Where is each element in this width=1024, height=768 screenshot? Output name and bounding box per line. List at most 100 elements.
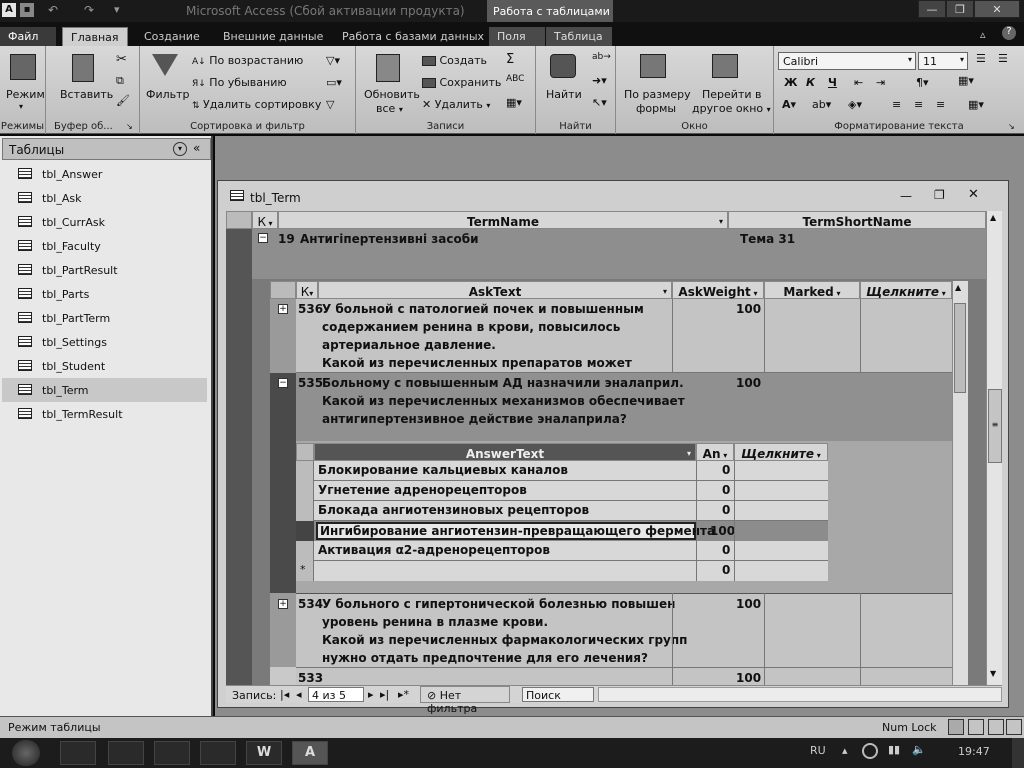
clock[interactable]: 19:47 (958, 745, 990, 758)
collapse-term-icon[interactable]: − (258, 233, 268, 243)
network-icon[interactable]: ▮▮ (888, 743, 900, 756)
find-button[interactable]: Найти (546, 88, 582, 101)
col-header-termshortname[interactable]: TermShortName (728, 211, 986, 229)
term-record-selector[interactable] (226, 229, 252, 685)
text-format-launcher-icon[interactable]: ↘ (1008, 122, 1015, 131)
format-painter-icon[interactable]: 🖌 (116, 94, 130, 107)
ask-text-line[interactable]: антигипертензивное действие эналаприла? (322, 412, 627, 426)
ask-weight[interactable]: 100 (736, 671, 761, 685)
ask-weight[interactable]: 100 (736, 376, 761, 390)
show-desktop-button[interactable] (1012, 738, 1024, 768)
expand-ask-icon[interactable]: + (278, 599, 288, 609)
ask-text-line[interactable]: Больному с повышенным АД назначили энала… (322, 376, 684, 390)
browser-taskbar-icon[interactable] (60, 741, 96, 765)
ask-text-line[interactable]: нужно отдать предпочтение для его лечени… (322, 651, 648, 665)
spelling-icon[interactable]: ABC (506, 74, 524, 84)
totals-icon[interactable]: Σ (506, 52, 514, 67)
ask-text-line[interactable]: Какой из перечисленных механизмов обеспе… (322, 394, 685, 408)
ask-text-line[interactable]: У больного с гипертонической болезнью по… (322, 597, 675, 611)
nav-item-tbl-currask[interactable]: tbl_CurrAsk (2, 210, 207, 234)
ask-col-header-click-to-add[interactable]: Щелкните ▾ (860, 281, 952, 299)
sort-ascending-button[interactable]: A↓ По возрастанию (192, 54, 303, 67)
cut-icon[interactable]: ✂ (116, 52, 127, 67)
col-header-k[interactable]: К ▾ (252, 211, 278, 229)
design-view-icon[interactable] (1006, 719, 1022, 735)
datasheet-view-icon[interactable] (948, 719, 964, 735)
main-vertical-scrollbar[interactable]: ▲ ≡ ▼ (986, 211, 1002, 685)
ask-record-selector-current[interactable] (270, 373, 296, 593)
ask-id[interactable]: 536 (298, 302, 323, 316)
answer-text[interactable]: Блокирование кальциевых каналов (318, 463, 568, 477)
nav-item-tbl-settings[interactable]: tbl_Settings (2, 330, 207, 354)
select-icon[interactable]: ↖▾ (592, 96, 607, 109)
copy-icon[interactable]: ⧉ (116, 74, 124, 88)
goto-icon[interactable]: ➜▾ (592, 74, 607, 87)
doc-close-button[interactable]: ✕ (968, 187, 979, 202)
fill-color-icon[interactable]: ◈▾ (848, 98, 862, 111)
nav-item-tbl-faculty[interactable]: tbl_Faculty (2, 234, 207, 258)
tab-file[interactable]: Файл (0, 27, 56, 46)
ask-id[interactable]: 535 (298, 376, 323, 390)
nav-item-tbl-student[interactable]: tbl_Student (2, 354, 207, 378)
answer-value[interactable]: 0 (722, 463, 730, 477)
clipboard-launcher-icon[interactable]: ↘ (126, 122, 133, 131)
redo-icon[interactable]: ↷ (84, 3, 94, 17)
replace-icon[interactable]: ab→ (592, 52, 611, 62)
ask-id[interactable]: 534 (298, 597, 323, 611)
answer-text[interactable]: Активация α2-адренорецепторов (318, 543, 550, 557)
next-record-button[interactable]: ▸ (368, 688, 374, 701)
ask-vertical-scrollbar[interactable]: ▲ (952, 281, 968, 685)
answer-col-header-an[interactable]: An ▾ (696, 443, 734, 461)
nav-item-tbl-ask[interactable]: tbl_Ask (2, 186, 207, 210)
tab-home[interactable]: Главная (62, 27, 128, 46)
nav-item-tbl-term[interactable]: tbl_Term (2, 378, 207, 402)
highlight-icon[interactable]: ab▾ (812, 98, 831, 111)
answer-select-all[interactable] (296, 443, 314, 461)
ask-text-line[interactable]: Какой из перечисленных фармакологических… (322, 633, 687, 647)
view-mode-dropdown-icon[interactable]: ▾ (19, 102, 23, 111)
last-record-button[interactable]: ▸| (380, 688, 389, 701)
align-right-icon[interactable]: ≡ (936, 98, 945, 111)
explorer-taskbar-icon[interactable] (108, 741, 144, 765)
volume-icon[interactable]: 🔈 (912, 743, 926, 756)
underline-button[interactable]: Ч (828, 76, 837, 89)
selection-filter-icon[interactable]: ▽▾ (326, 54, 340, 67)
nav-item-tbl-parts[interactable]: tbl_Parts (2, 282, 207, 306)
collapse-ask-icon[interactable]: − (278, 378, 288, 388)
search-input[interactable]: Поиск (522, 687, 594, 702)
ask-col-header-k[interactable]: К▾ (296, 281, 318, 299)
ask-col-header-marked[interactable]: Marked ▾ (764, 281, 860, 299)
record-position-input[interactable]: 4 из 5 (308, 687, 364, 702)
nav-menu-icon[interactable]: ▾ (173, 142, 187, 156)
outdent-icon[interactable]: ⇥ (876, 76, 885, 89)
advanced-filter-icon[interactable]: ▭▾ (326, 76, 342, 89)
tab-table[interactable]: Таблица (546, 27, 612, 46)
scroll-thumb[interactable]: ≡ (988, 389, 1002, 463)
alternate-row-color-icon[interactable]: ▦▾ (968, 98, 984, 111)
pivot-table-view-icon[interactable] (968, 719, 984, 735)
save-icon[interactable]: ▪ (20, 3, 34, 17)
view-mode-button[interactable]: Режим (6, 88, 45, 101)
scroll-thumb[interactable] (954, 303, 966, 393)
select-all-corner[interactable] (226, 211, 252, 229)
tab-database-tools[interactable]: Работа с базами данных (334, 27, 492, 46)
filter-status-button[interactable]: ⊘ Нет фильтра (420, 686, 510, 715)
answer-value[interactable]: 0 (722, 483, 730, 497)
clear-sort-button[interactable]: ⇅ Удалить сортировку (192, 98, 321, 111)
scroll-down-icon[interactable]: ▼ (990, 669, 996, 678)
doc-restore-button[interactable]: ❐ (934, 188, 945, 202)
nav-item-tbl-partresult[interactable]: tbl_PartResult (2, 258, 207, 282)
tab-fields[interactable]: Поля (489, 27, 545, 46)
indent-icon[interactable]: ⇤ (854, 76, 863, 89)
expand-ask-icon[interactable]: + (278, 304, 288, 314)
align-center-icon[interactable]: ≡ (914, 98, 923, 111)
align-left-icon[interactable]: ≡ (892, 98, 901, 111)
answer-text[interactable]: Ингибирование ангиотензин-превращающего … (320, 524, 715, 538)
ask-id[interactable]: 533 (298, 671, 323, 685)
maximize-button[interactable]: ❐ (946, 0, 974, 18)
pivot-chart-view-icon[interactable] (988, 719, 1004, 735)
customize-qat-icon[interactable]: ▾ (114, 3, 120, 16)
delete-record-button[interactable]: ✕ Удалить ▾ (422, 98, 490, 111)
term-short-name[interactable]: Тема 31 (740, 232, 795, 246)
ask-row-partial[interactable] (296, 667, 952, 685)
